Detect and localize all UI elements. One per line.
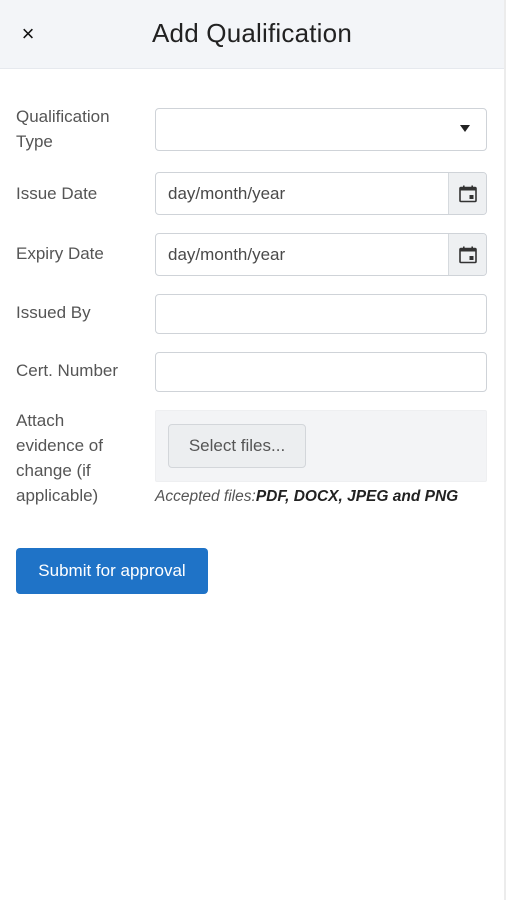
cert-number-label: Cert. Number xyxy=(16,361,119,380)
dialog-header: × Add Qualification xyxy=(0,0,504,69)
cert-number-input[interactable] xyxy=(155,352,487,392)
issue-date-placeholder: day/month/year xyxy=(168,183,286,203)
accepted-files-hint: Accepted files:PDF, DOCX, JPEG and PNG xyxy=(155,488,458,506)
qualification-type-label: Qualification Type xyxy=(16,107,110,151)
issued-by-input[interactable] xyxy=(155,294,487,334)
issue-date-input[interactable]: day/month/year xyxy=(155,172,487,215)
issued-by-label: Issued By xyxy=(16,303,91,322)
expiry-date-calendar-button[interactable] xyxy=(448,234,486,275)
accepted-files-prefix: Accepted files: xyxy=(155,488,256,505)
attach-evidence-label: Attach evidence of change (if applicable… xyxy=(16,411,103,505)
issue-date-calendar-button[interactable] xyxy=(448,173,486,214)
expiry-date-placeholder: day/month/year xyxy=(168,244,286,264)
select-files-button[interactable]: Select files... xyxy=(168,424,306,468)
dropdown-arrow-icon[interactable] xyxy=(460,125,470,132)
issue-date-label: Issue Date xyxy=(16,184,98,203)
calendar-icon xyxy=(458,246,477,263)
expiry-date-input[interactable]: day/month/year xyxy=(155,233,487,276)
expiry-date-label: Expiry Date xyxy=(16,244,104,263)
submit-for-approval-button[interactable]: Submit for approval xyxy=(16,548,208,594)
page-title: Add Qualification xyxy=(152,18,352,48)
accepted-files-formats: PDF, DOCX, JPEG and PNG xyxy=(255,488,459,505)
file-upload-area[interactable]: Select files... xyxy=(155,410,487,482)
calendar-icon xyxy=(458,185,477,202)
qualification-type-select[interactable] xyxy=(155,108,487,151)
